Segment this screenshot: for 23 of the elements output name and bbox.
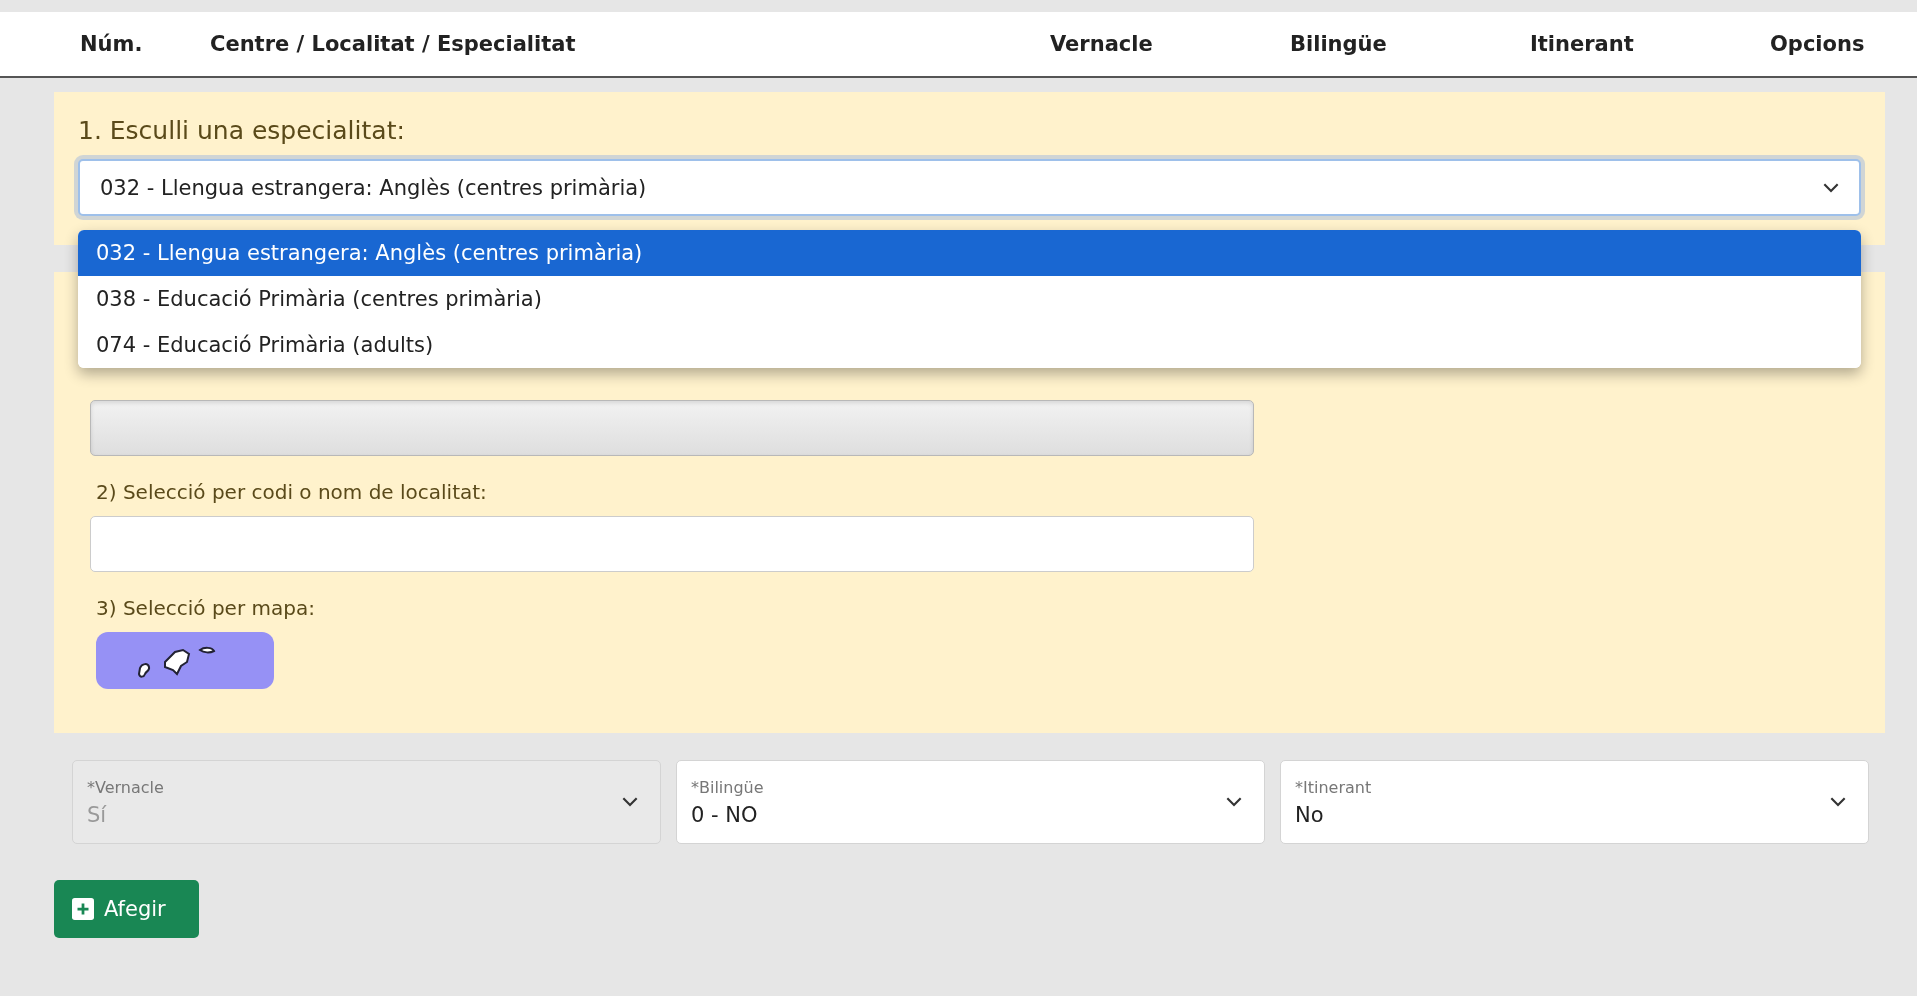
specialty-select[interactable]: 032 - Llengua estrangera: Anglès (centres primària) <box>78 159 1861 216</box>
caret-icon <box>1226 797 1242 807</box>
plus-square-icon <box>72 898 94 920</box>
section-title: 1. Esculli una especialitat: <box>78 116 406 145</box>
column-header: Bilingüe <box>1290 32 1388 56</box>
column-header: Vernacle <box>1050 32 1154 56</box>
dropdown-option[interactable]: 038 - Educació Primària (centres primària) <box>78 276 1861 322</box>
select-field[interactable]: *Bilingüe 0 - NO <box>676 760 1265 844</box>
input-field[interactable] <box>90 516 1254 572</box>
dropdown-option[interactable]: 032 - Llengua estrangera: Anglès (centres primària) <box>78 230 1861 276</box>
caret-icon <box>1830 797 1846 807</box>
field-label: 2) Selecció per codi o nom de localitat: <box>96 480 488 504</box>
map-button[interactable] <box>96 632 274 689</box>
select-field[interactable]: *Itinerant No <box>1280 760 1869 844</box>
add-button[interactable]: Afegir <box>54 880 199 938</box>
caret-icon <box>1823 182 1839 193</box>
caret-icon <box>622 797 638 807</box>
field-label: 3) Selecció per mapa: <box>96 596 316 620</box>
column-header: Núm. <box>80 32 144 56</box>
column-header: Opcions <box>1770 32 1866 56</box>
dropdown-option[interactable]: 074 - Educació Primària (adults) <box>78 322 1861 368</box>
column-header: Centre / Localitat / Especialitat <box>210 32 577 56</box>
column-header: Itinerant <box>1530 32 1635 56</box>
